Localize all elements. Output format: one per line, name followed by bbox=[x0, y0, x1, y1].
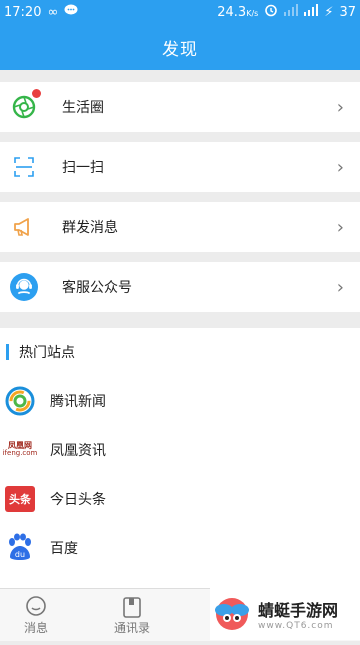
menu-item-broadcast[interactable]: 群发消息 › bbox=[0, 202, 360, 252]
site-item-ifeng[interactable]: 凤凰网 ifeng.com 凤凰资讯 bbox=[0, 425, 360, 474]
watermark-title: 蜻蜓手游网 bbox=[258, 601, 339, 620]
site-item-baidu[interactable]: du 百度 bbox=[0, 523, 360, 572]
tab-label: 通讯录 bbox=[113, 620, 150, 635]
page-title: 发现 bbox=[162, 39, 198, 60]
chevron-right-icon: › bbox=[336, 276, 344, 298]
contacts-book-icon bbox=[123, 596, 141, 618]
notification-dot bbox=[32, 89, 41, 98]
dragonfly-logo-icon bbox=[215, 598, 249, 630]
watermark: 蜻蜓手游网 www.QT6.com bbox=[210, 588, 360, 640]
signal-icon bbox=[284, 4, 299, 20]
scan-icon bbox=[10, 153, 38, 181]
status-bar: 17:20 ∞ 24.3K/s ⚡ 37 bbox=[0, 0, 360, 24]
site-name: 百度 bbox=[50, 540, 78, 557]
tab-label: 消息 bbox=[23, 620, 48, 635]
alarm-icon bbox=[264, 3, 278, 21]
menu-item-moments[interactable]: 生活圈 › bbox=[0, 82, 360, 132]
watermark-url: www.QT6.com bbox=[258, 621, 334, 631]
toutiao-logo: 头条 bbox=[4, 483, 36, 515]
customer-service-icon bbox=[10, 273, 38, 301]
hot-sites-header: 热门站点 bbox=[0, 328, 360, 376]
megaphone-icon bbox=[10, 213, 38, 241]
tencent-news-logo bbox=[4, 385, 36, 417]
battery-level: 37 bbox=[339, 4, 356, 20]
chevron-right-icon: › bbox=[336, 216, 344, 238]
status-time: 17:20 bbox=[4, 4, 42, 20]
network-speed: 24.3K/s bbox=[217, 4, 259, 20]
menu-label-moments: 生活圈 bbox=[62, 100, 104, 116]
chat-bubble-icon bbox=[26, 595, 46, 616]
site-item-tencent-news[interactable]: 腾讯新闻 bbox=[0, 376, 360, 425]
site-item-toutiao[interactable]: 头条 今日头条 bbox=[0, 474, 360, 523]
message-icon bbox=[64, 4, 78, 20]
menu-label-service-account: 客服公众号 bbox=[62, 280, 132, 296]
title-bar: 发现 bbox=[0, 24, 360, 70]
site-name: 凤凰资讯 bbox=[50, 442, 106, 459]
hot-sites-title: 热门站点 bbox=[19, 345, 75, 361]
signal-icon-2 bbox=[304, 4, 319, 20]
hot-sites-section: 热门站点 腾讯新闻 凤凰网 ifeng.com 凤凰资讯 头条 今日头条 du … bbox=[0, 328, 360, 588]
site-name: 腾讯新闻 bbox=[50, 393, 106, 410]
baidu-logo: du bbox=[4, 532, 36, 564]
chevron-right-icon: › bbox=[336, 96, 344, 118]
menu-label-broadcast: 群发消息 bbox=[62, 220, 118, 236]
ifeng-logo: 凤凰网 ifeng.com bbox=[2, 441, 38, 457]
infinity-icon: ∞ bbox=[47, 4, 59, 20]
chevron-right-icon: › bbox=[336, 156, 344, 178]
menu-item-scan[interactable]: 扫一扫 › bbox=[0, 142, 360, 192]
svg-text:du: du bbox=[15, 550, 25, 559]
tab-contacts[interactable]: 通讯录 bbox=[104, 589, 160, 641]
section-accent-bar bbox=[6, 344, 9, 360]
camera-aperture-icon bbox=[10, 89, 41, 121]
tab-messages[interactable]: 消息 bbox=[10, 589, 62, 641]
menu-item-service-account[interactable]: 客服公众号 › bbox=[0, 262, 360, 312]
charging-icon: ⚡ bbox=[324, 4, 334, 20]
site-name: 今日头条 bbox=[50, 491, 106, 508]
menu-label-scan: 扫一扫 bbox=[62, 160, 104, 176]
